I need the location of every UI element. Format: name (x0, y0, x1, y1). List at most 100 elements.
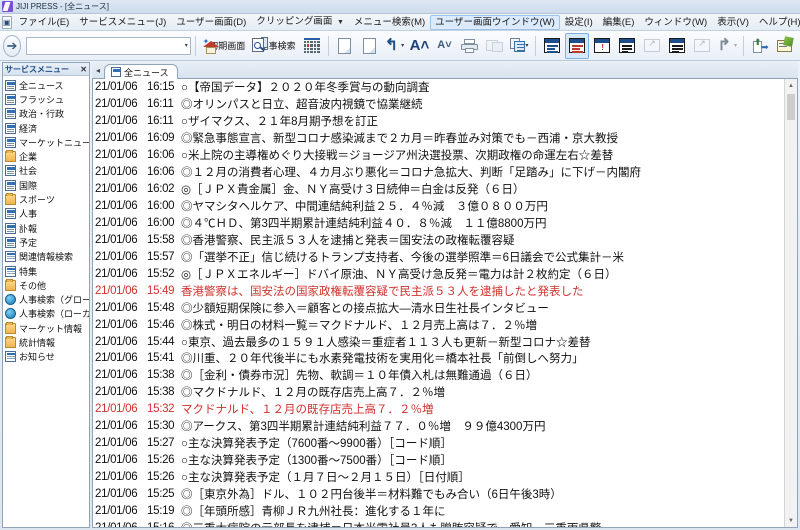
print-button[interactable] (457, 33, 481, 59)
properties-button[interactable] (773, 33, 797, 59)
news-row[interactable]: 21/01/06 15:44 ○東京、過去最多の１５９１人感染＝重症者１１３人も更新… (93, 333, 784, 350)
news-row[interactable]: 21/01/06 15:19 ◎［年頭所感］青柳ＪＲ九州社長：進化する１年に (93, 502, 784, 519)
news-row[interactable]: 21/01/06 16:09 ◎緊急事態宣言、新型コロナ感染減まで２カ月＝昨春並み対… (93, 130, 784, 147)
view-full-button[interactable] (665, 33, 689, 59)
news-row[interactable]: 21/01/06 15:32 マクドナルド、１２月の既存店売上高７．２％増 (93, 401, 784, 418)
news-row-headline: ◎アークス、第3四半期累計連結純利益７７．０％増 ９９億4300万円 (181, 421, 546, 434)
news-row-date: 21/01/06 (95, 81, 138, 94)
home-button[interactable]: ✦ 初期画面 (200, 33, 249, 59)
service-menu-list[interactable]: 全ニュース フラッシュ 政治・行政 経済 マーケットニュース 企業 社会 国際 … (3, 76, 89, 527)
article-search-button[interactable]: 記事検索 (249, 33, 298, 59)
news-row[interactable]: 21/01/06 15:58 ◎香港警察、民主派５３人を逮捕と発表＝国安法の政権転覆… (93, 231, 784, 248)
news-row[interactable]: 21/01/06 16:06 ◎１２月の消費者心理、４カ月ぶり悪化＝コロナ急拡大、判… (93, 164, 784, 181)
document-menu-icon[interactable]: ▣ (2, 15, 12, 29)
news-row-headline: ○主な決算発表予定（7600番～9900番）［コード順］ (181, 438, 452, 451)
news-row[interactable]: 21/01/0615:16◎三重大病院の元部長を逮捕＝日本光電社員3人も贈賄容疑… (93, 519, 784, 527)
news-list[interactable]: 21/01/06 16:15 ○【帝国データ】２０２０年冬季賞与の動向調査 21/01… (93, 79, 784, 527)
chevron-down-icon[interactable]: ▾ (183, 42, 188, 49)
news-row[interactable]: 21/01/06 15:30 ◎アークス、第3四半期累計連結純利益７７．０％増 ９９… (93, 418, 784, 435)
news-row[interactable]: 21/01/06 15:26 ○主な決算発表予定（１月７日～２月１５日）［日付順］ (93, 469, 784, 486)
font-larger-button[interactable]: A˄ (407, 33, 431, 59)
news-row[interactable]: 21/01/06 15:38 ◎［金利・債券市況］先物、軟調＝１０年債入札は無難通過… (93, 367, 784, 384)
sidebar-item-personnel[interactable]: 人事 (5, 207, 89, 221)
menu-item-view[interactable]: 表示(V) (712, 15, 754, 30)
sidebar-item-features[interactable]: 特集 (5, 264, 89, 278)
sidebar-item-sports[interactable]: スポーツ (5, 192, 89, 206)
sidebar-item-obituaries[interactable]: 訃報 (5, 221, 89, 235)
sidebar-item-label: その他 (19, 280, 47, 291)
news-row[interactable]: 21/01/06 16:00 ◎４℃ＨＤ、第3四半期累計連結純利益４０．８％減 １１… (93, 215, 784, 232)
menu-item-user-screen-window[interactable]: ユーザー画面ウインドウ(W) (430, 14, 560, 30)
sidebar-item-companies[interactable]: 企業 (5, 149, 89, 163)
menu-item-service-menu[interactable]: サービスメニュー(J) (74, 15, 171, 30)
new-page-button[interactable] (332, 33, 356, 59)
news-row[interactable]: 21/01/06 16:00 ◎ヤマシタヘルケア、中間連結純利益２５．４％減 ３億０… (93, 198, 784, 215)
news-row[interactable]: 21/01/06 16:15 ○【帝国データ】２０２０年冬季賞与の動向調査 (93, 79, 784, 96)
view-list-button[interactable] (540, 33, 564, 59)
sidebar-item-schedule[interactable]: 予定 (5, 235, 89, 249)
sidebar-item-personnel-search-global[interactable]: 人事検索（グローバル） (5, 292, 89, 306)
grid-view-button[interactable] (300, 33, 324, 59)
scroll-up-icon[interactable]: ▲ (785, 79, 797, 92)
undo-button[interactable]: ↰ ▾ (382, 33, 406, 59)
menu-item-file[interactable]: ファイル(E) (14, 15, 75, 30)
view-article-button[interactable] (615, 33, 639, 59)
left-scroll-icon[interactable]: ◂ (94, 66, 104, 78)
news-row[interactable]: 21/01/06 15:25 ◎［東京外為］ドル、１０２円台後半＝材料難でもみ合い（… (93, 486, 784, 503)
news-row[interactable]: 21/01/06 15:48 ◎少額短期保険に参入＝顧客との接点拡大―清水日生社長イ… (93, 299, 784, 316)
menu-item-settings[interactable]: 設定(I) (560, 15, 598, 30)
go-arrow-icon[interactable]: ➔ (3, 34, 21, 57)
close-icon[interactable]: ✕ (78, 65, 87, 74)
menu-item-help-label: ヘルプ(H) (758, 16, 800, 28)
sidebar-item-related-search[interactable]: 関連情報検索 (5, 250, 89, 264)
news-row[interactable]: 21/01/06 15:41 ◎川重、２０年代後半にも水素発電技術を実用化＝橋本社長… (93, 350, 784, 367)
menu-item-window[interactable]: ウィンドウ(W) (639, 15, 712, 30)
news-row-date: 21/01/06 (95, 98, 138, 111)
address-input[interactable]: ▾ (25, 36, 191, 55)
sidebar-item-all-news[interactable]: 全ニュース (5, 78, 89, 92)
news-row[interactable]: 21/01/06 15:46 ◎株式・明日の材料一覧＝マクドナルド、１２月売上高は７… (93, 316, 784, 333)
menu-item-clipping-screen[interactable]: クリッピング画面 ▼ (251, 14, 349, 30)
copy-button[interactable]: ▾ (507, 33, 531, 59)
sidebar-item-international[interactable]: 国際 (5, 178, 89, 192)
sidebar-item-flash[interactable]: フラッシュ (5, 92, 89, 106)
sidebar-item-others[interactable]: その他 (5, 278, 89, 292)
sidebar-item-personnel-search-local[interactable]: 人事検索（ローカル） (5, 307, 89, 321)
chevron-down-icon[interactable]: ▾ (525, 42, 528, 49)
sidebar-item-politics[interactable]: 政治・行政 (5, 107, 89, 121)
vertical-scrollbar[interactable]: ▲ ▼ (784, 79, 797, 527)
sidebar-item-economy[interactable]: 経済 (5, 121, 89, 135)
news-row-headline: ◎［ＪＰＸ貴金属］金、ＮＹ高受け３日続伸＝白金は反発（６日） (181, 184, 525, 197)
font-smaller-button[interactable]: A˅ (432, 33, 456, 59)
news-row[interactable]: 21/01/06 16:02 ◎［ＪＰＸ貴金属］金、ＮＹ高受け３日続伸＝白金は反発（… (93, 181, 784, 198)
scrollbar-track[interactable] (785, 92, 797, 514)
sidebar-item-market-news[interactable]: マーケットニュース (5, 135, 89, 149)
news-row[interactable]: 21/01/06 16:06 ○米上院の主導権めぐり大接戦＝ジョージア州決選投票、次… (93, 147, 784, 164)
upload-button[interactable]: ⬆ ➡ (748, 33, 772, 59)
sidebar-item-society[interactable]: 社会 (5, 164, 89, 178)
view-flash-button[interactable]: ! (590, 33, 614, 59)
menu-item-edit[interactable]: 編集(E) (598, 15, 640, 30)
news-row[interactable]: 21/01/06 16:11 ○ザイマクス、２１年8月期予想を訂正 (93, 113, 784, 130)
menu-item-help[interactable]: ヘルプ(H) (754, 15, 800, 30)
view-headline-button[interactable] (565, 32, 590, 59)
sidebar-item-label: マーケット情報 (19, 323, 83, 334)
news-row[interactable]: 21/01/06 15:27 ○主な決算発表予定（7600番～9900番）［コード順… (93, 435, 784, 452)
news-row[interactable]: 21/01/06 15:52 ◎［ＪＰＸエネルギー］ドバイ原油、ＮＹ高受け急反発＝電… (93, 265, 784, 282)
news-row[interactable]: 21/01/06 15:49 香港警察は、国安法の国家政権転覆容疑で民主派５３人を逮… (93, 282, 784, 299)
news-row[interactable]: 21/01/06 15:26 ○主な決算発表予定（1300番～7500番）［コード順… (93, 452, 784, 469)
tab-all-news[interactable]: 全ニュース (104, 64, 178, 79)
sidebar-item-statistics[interactable]: 統計情報 (5, 335, 89, 349)
document-icon (5, 236, 16, 248)
scroll-down-icon[interactable]: ▼ (785, 514, 797, 527)
scrollbar-thumb[interactable] (787, 94, 795, 120)
news-row[interactable]: 21/01/06 15:38 ◎マクドナルド、１２月の既存店売上高７．２％増 (93, 384, 784, 401)
sidebar-item-market-info[interactable]: マーケット情報 (5, 321, 89, 335)
sidebar-item-notices[interactable]: お知らせ (5, 350, 89, 364)
news-row[interactable]: 21/01/06 15:57 ◎「選挙不正」信じ続けるトランプ支持者、今後の選挙照準… (93, 248, 784, 265)
menu-item-menu-search[interactable]: メニュー検索(M) (349, 15, 430, 30)
news-row[interactable]: 21/01/06 16:11 ◎オリンパスと日立、超音波内視鏡で協業継続 (93, 96, 784, 113)
menu-item-user-screen[interactable]: ユーザー画面(D) (171, 15, 251, 30)
chevron-down-icon[interactable]: ▾ (401, 42, 404, 49)
new-page-button-2[interactable] (357, 33, 381, 59)
